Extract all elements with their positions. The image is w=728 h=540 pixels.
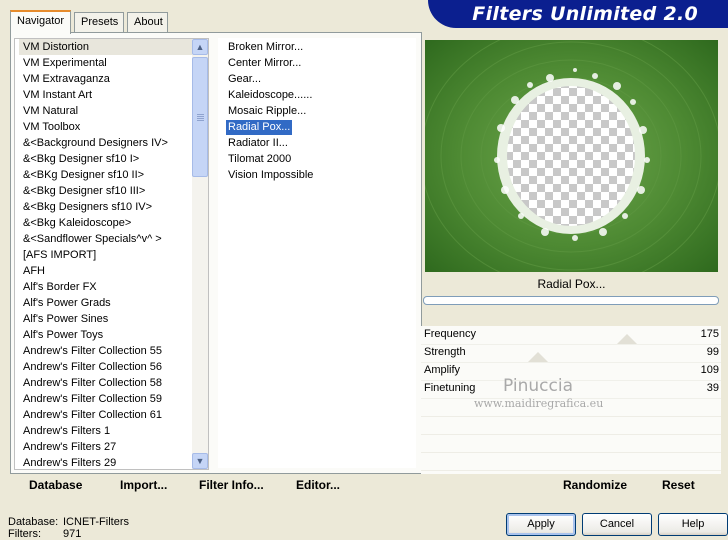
category-item[interactable]: Andrew's Filter Collection 56 bbox=[19, 359, 193, 375]
tab-navigator[interactable]: Navigator bbox=[10, 10, 71, 34]
param-row-frequency[interactable]: Frequency 175 bbox=[421, 326, 721, 345]
preview-render bbox=[425, 40, 718, 272]
progress-bar bbox=[423, 296, 719, 305]
category-item[interactable]: &<Bkg Kaleidoscope> bbox=[19, 215, 193, 231]
param-label: Amplify bbox=[424, 364, 461, 376]
category-item[interactable]: VM Distortion bbox=[19, 39, 193, 55]
category-item[interactable]: Andrew's Filter Collection 59 bbox=[19, 391, 193, 407]
param-label: Finetuning bbox=[424, 382, 476, 394]
filters-label: Filters: bbox=[8, 528, 41, 540]
category-item[interactable]: Alf's Power Grads bbox=[19, 295, 193, 311]
param-label: Strength bbox=[424, 346, 466, 358]
category-item[interactable]: Andrew's Filter Collection 55 bbox=[19, 343, 193, 359]
filters-count: 971 bbox=[63, 528, 82, 540]
randomize-button[interactable]: Randomize bbox=[563, 478, 627, 492]
grip-line bbox=[197, 118, 204, 119]
category-list[interactable]: VM Distortion VM Experimental VM Extravaga… bbox=[14, 38, 209, 470]
category-item[interactable]: Alf's Power Sines bbox=[19, 311, 193, 327]
param-value: 39 bbox=[706, 382, 719, 394]
database-button[interactable]: Database bbox=[29, 478, 82, 492]
category-item[interactable]: Alf's Power Toys bbox=[19, 327, 193, 343]
param-label: Frequency bbox=[424, 328, 476, 340]
cancel-button[interactable]: Cancel bbox=[582, 513, 652, 536]
category-item[interactable]: [AFS IMPORT] bbox=[19, 247, 193, 263]
category-item[interactable]: Andrew's Filter Collection 61 bbox=[19, 407, 193, 423]
filter-item[interactable]: Radial Pox... bbox=[226, 120, 293, 135]
tab-about[interactable]: About bbox=[127, 12, 168, 32]
grip-line bbox=[197, 120, 204, 121]
import-button[interactable]: Import... bbox=[120, 478, 167, 492]
category-item[interactable]: Andrew's Filters 29 bbox=[19, 455, 193, 469]
help-button[interactable]: Help bbox=[658, 513, 728, 536]
filter-item[interactable]: Gear... bbox=[226, 72, 263, 87]
grip-line bbox=[197, 116, 204, 117]
watermark-name: Pinuccia bbox=[503, 376, 573, 396]
chevron-up-icon[interactable]: ▲ bbox=[192, 39, 208, 55]
category-item[interactable]: VM Toolbox bbox=[19, 119, 193, 135]
category-item[interactable]: VM Natural bbox=[19, 103, 193, 119]
filter-item[interactable]: Tilomat 2000 bbox=[226, 152, 293, 167]
param-row-empty bbox=[421, 453, 721, 471]
category-item[interactable]: VM Experimental bbox=[19, 55, 193, 71]
database-label: Database: bbox=[8, 516, 59, 528]
category-item[interactable]: &<Bkg Designers sf10 IV> bbox=[19, 199, 193, 215]
status-info: Database: ICNET-Filters Filters: 971 bbox=[8, 516, 129, 540]
title-banner: Filters Unlimited 2.0 bbox=[428, 0, 728, 28]
category-item[interactable]: Andrew's Filter Collection 58 bbox=[19, 375, 193, 391]
category-item[interactable]: VM Instant Art bbox=[19, 87, 193, 103]
param-row-strength[interactable]: Strength 99 bbox=[421, 344, 721, 363]
category-item[interactable]: &<Bkg Designer sf10 III> bbox=[19, 183, 193, 199]
category-item[interactable]: &<Background Designers IV> bbox=[19, 135, 193, 151]
database-value: ICNET-Filters bbox=[63, 516, 129, 528]
category-item[interactable]: &<Sandflower Specials^v^ > bbox=[19, 231, 193, 247]
tab-presets[interactable]: Presets bbox=[74, 12, 124, 32]
param-value: 109 bbox=[700, 364, 719, 376]
param-value: 99 bbox=[706, 346, 719, 358]
preview-filter-name: Radial Pox... bbox=[537, 277, 606, 291]
category-items: VM Distortion VM Experimental VM Extravaga… bbox=[19, 39, 193, 469]
category-item[interactable]: &<Bkg Designer sf10 I> bbox=[19, 151, 193, 167]
filter-item[interactable]: Mosaic Ripple... bbox=[226, 104, 308, 119]
param-value: 175 bbox=[700, 328, 719, 340]
reset-button[interactable]: Reset bbox=[662, 478, 695, 492]
category-scrollbar[interactable]: ▲ ▼ bbox=[192, 39, 208, 469]
param-row-empty bbox=[421, 435, 721, 453]
scroll-thumb[interactable] bbox=[192, 57, 208, 177]
category-item[interactable]: AFH bbox=[19, 263, 193, 279]
app-title: Filters Unlimited 2.0 bbox=[472, 3, 698, 25]
filter-item[interactable]: Center Mirror... bbox=[226, 56, 303, 71]
category-item[interactable]: VM Extravaganza bbox=[19, 71, 193, 87]
category-item[interactable]: &<BKg Designer sf10 II> bbox=[19, 167, 193, 183]
preview-image bbox=[425, 40, 718, 272]
chevron-down-icon[interactable]: ▼ bbox=[192, 453, 208, 469]
filter-item[interactable]: Kaleidoscope...... bbox=[226, 88, 314, 103]
apply-button[interactable]: Apply bbox=[506, 513, 576, 536]
filter-item[interactable]: Radiator II... bbox=[226, 136, 290, 151]
watermark-site: www.maidiregrafica.eu bbox=[474, 397, 604, 410]
category-item[interactable]: Andrew's Filters 27 bbox=[19, 439, 193, 455]
filter-item[interactable]: Vision Impossible bbox=[226, 168, 315, 183]
filter-item[interactable]: Broken Mirror... bbox=[226, 40, 305, 55]
param-row-empty bbox=[421, 417, 721, 435]
editor-button[interactable]: Editor... bbox=[296, 478, 340, 492]
filter-info-button[interactable]: Filter Info... bbox=[199, 478, 264, 492]
filter-list[interactable]: Broken Mirror... Center Mirror... Gear... K… bbox=[218, 38, 416, 468]
category-item[interactable]: Alf's Border FX bbox=[19, 279, 193, 295]
grip-line bbox=[197, 114, 204, 115]
category-item[interactable]: Andrew's Filters 1 bbox=[19, 423, 193, 439]
